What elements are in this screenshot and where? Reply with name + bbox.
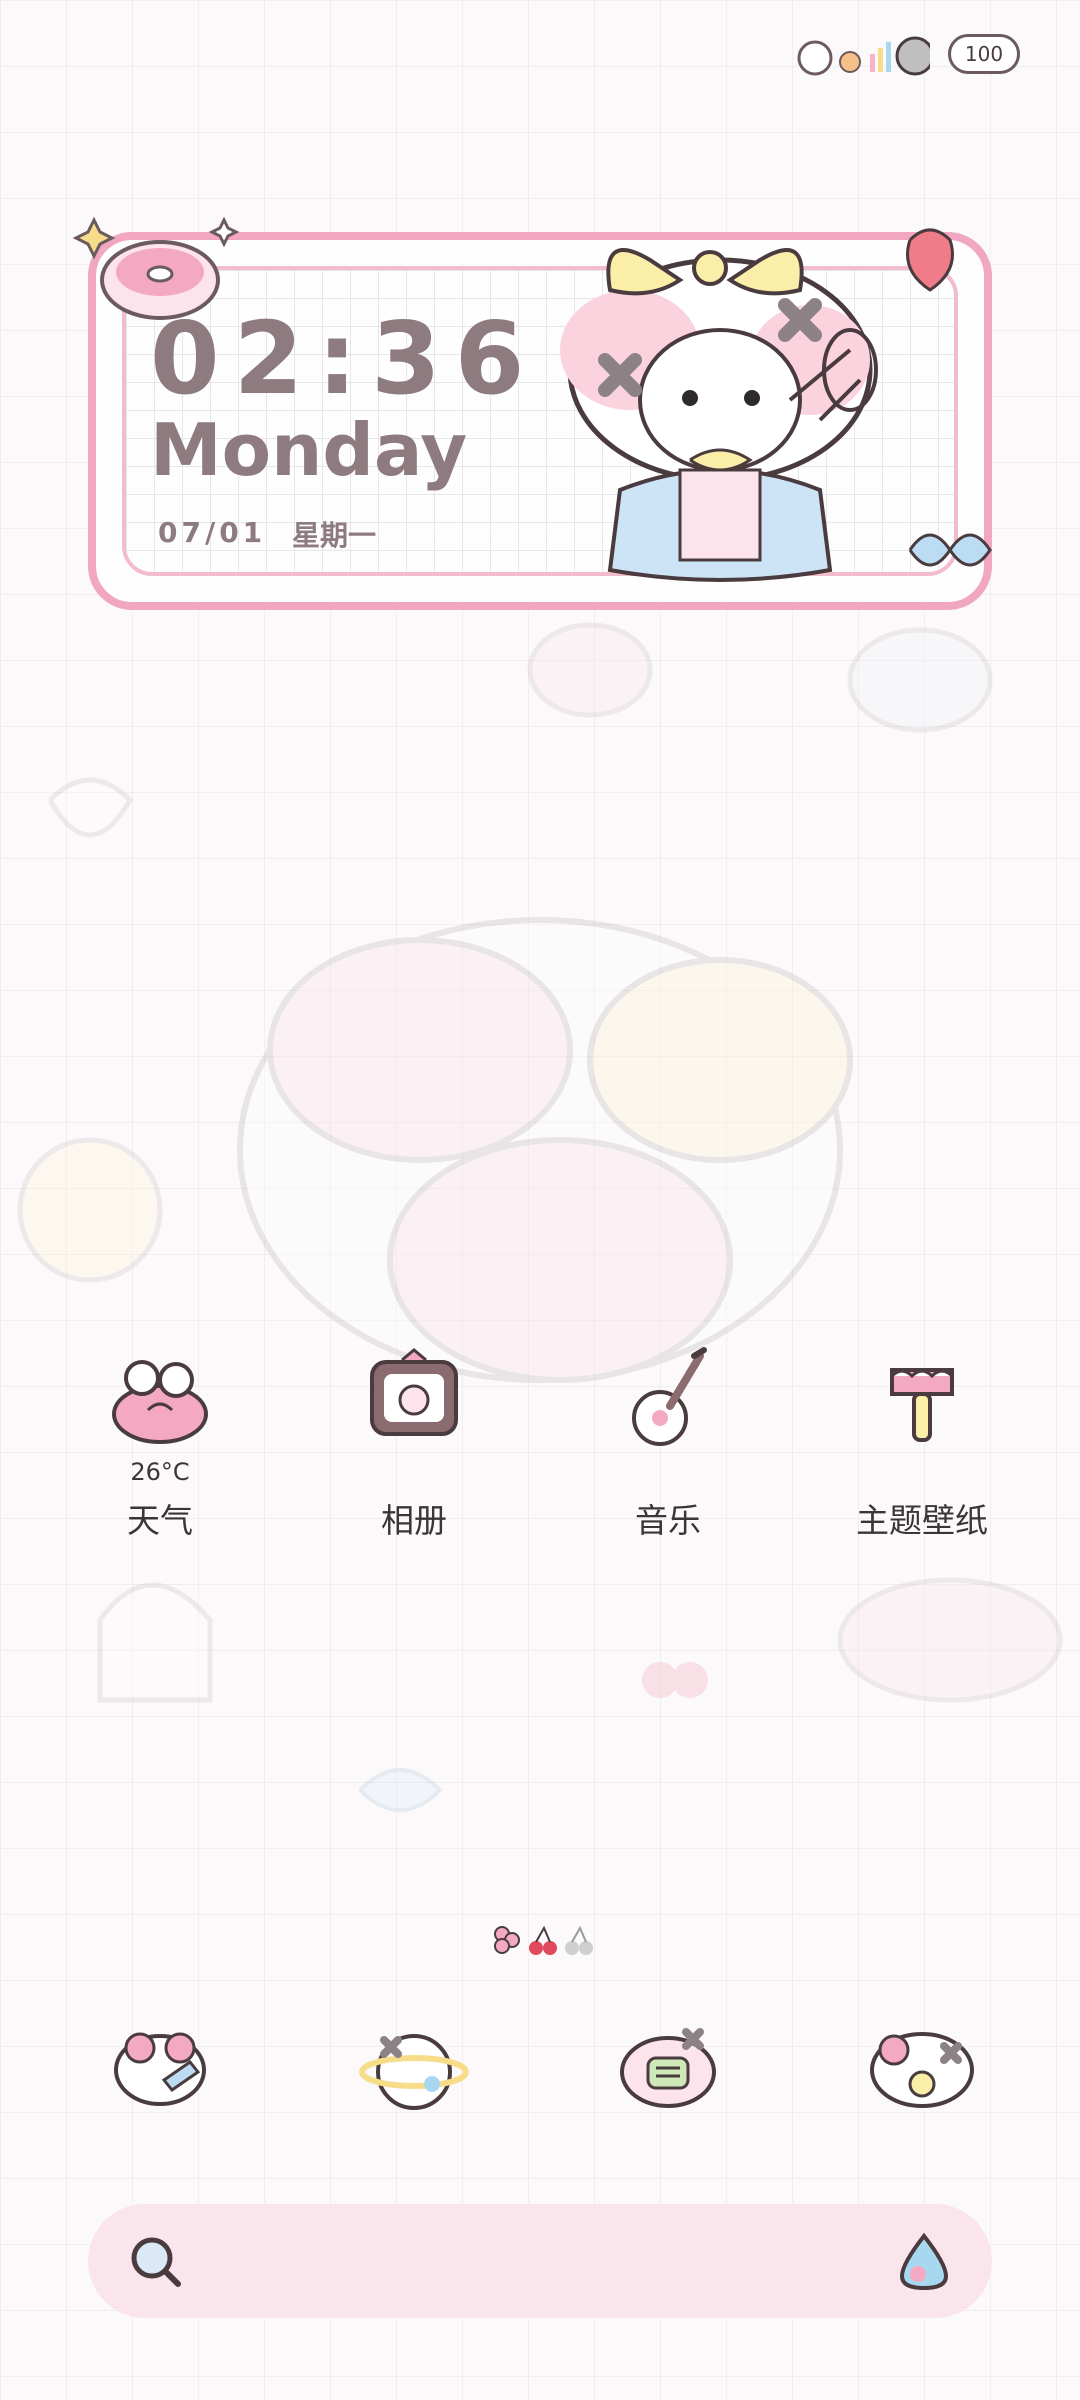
music-icon (632, 1347, 707, 1446)
app-theme-wallpaper[interactable]: 主题壁纸 (832, 1340, 1012, 1542)
app-music-label: 音乐 (635, 1501, 701, 1540)
app-weather-label: 天气 (127, 1501, 193, 1540)
app-music[interactable]: 音乐 (578, 1340, 758, 1542)
app-weather[interactable]: 26°C 天气 (70, 1340, 250, 1542)
app-gallery-label: 相册 (381, 1501, 447, 1540)
browser-icon[interactable] (354, 2010, 474, 2130)
battery-level: 100 (948, 34, 1020, 74)
page-dot-1[interactable] (494, 1926, 520, 1954)
search-bar[interactable] (88, 2204, 992, 2318)
status-bar: 100 (790, 22, 1020, 82)
phone-icon[interactable] (100, 2010, 220, 2130)
voice-assistant-icon[interactable] (892, 2230, 956, 2294)
bunny-character-icon (560, 228, 992, 582)
messages-icon[interactable] (608, 2010, 728, 2130)
app-theme-wallpaper-label: 主题壁纸 (856, 1501, 988, 1540)
status-stickers-icon (797, 36, 930, 76)
page-dot-3[interactable] (565, 1925, 593, 1955)
search-icon[interactable] (126, 2232, 186, 2292)
gallery-icon (370, 1348, 458, 1436)
weather-temperature: 26°C (130, 1458, 190, 1486)
clock-day: Monday (150, 408, 468, 492)
clock-date: 07/01 (158, 516, 267, 549)
theme-wallpaper-icon (890, 1368, 954, 1442)
page-indicator[interactable] (488, 1920, 598, 1960)
clock-time: 02:36 (150, 300, 539, 417)
page-dot-2[interactable] (529, 1925, 557, 1955)
app-gallery[interactable]: 相册 (324, 1340, 504, 1542)
camera-icon[interactable] (862, 2010, 982, 2130)
weather-icon (112, 1360, 208, 1444)
clock-weekday: 星期一 (292, 519, 377, 552)
